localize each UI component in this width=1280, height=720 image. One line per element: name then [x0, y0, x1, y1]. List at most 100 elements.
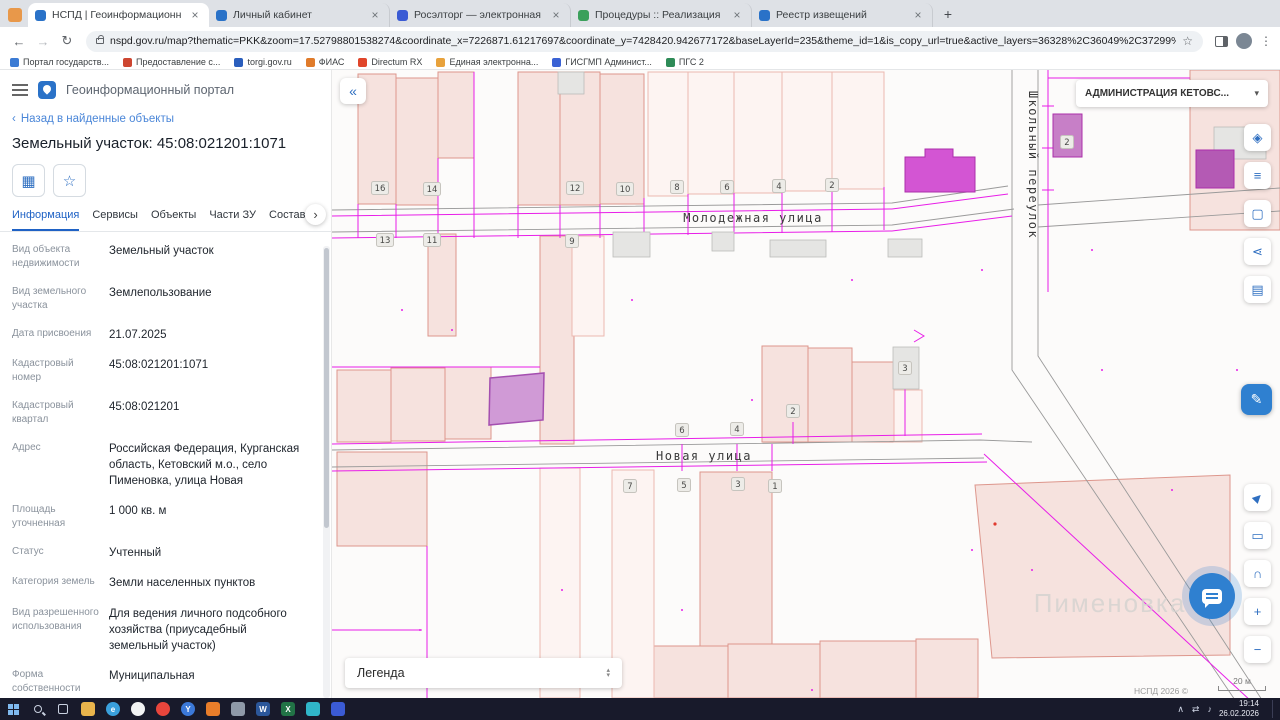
bookmark-item[interactable]: Единая электронна... [436, 57, 538, 67]
bookmark-item[interactable]: ПГС 2 [666, 57, 704, 67]
hamburger-menu-icon[interactable] [12, 81, 28, 99]
start-button[interactable] [4, 700, 22, 718]
bookmark-item[interactable]: Портал государств... [10, 57, 109, 67]
parcel-number-marker[interactable]: 2 [826, 179, 839, 192]
parcel-number-marker[interactable]: 5 [678, 479, 691, 492]
parcel-number-marker[interactable]: 11 [424, 234, 441, 247]
new-tab-button[interactable]: + [937, 3, 959, 25]
tool-magnet-icon[interactable]: ∩ [1244, 560, 1271, 587]
parcel-number-marker[interactable]: 12 [567, 182, 584, 195]
tab-close-icon[interactable]: × [549, 8, 563, 22]
parcel-number-marker[interactable]: 4 [773, 180, 786, 193]
parcel-number-marker[interactable]: 10 [617, 183, 634, 196]
parcel-number-marker[interactable]: 3 [899, 362, 912, 375]
browser-tab[interactable]: Росэлторг — электронная торг× [390, 3, 571, 27]
parcel-number-marker[interactable]: 14 [424, 183, 441, 196]
url-box[interactable]: nspd.gov.ru/map?thematic=PKK&zoom=17.527… [86, 31, 1203, 52]
parcel-number-marker[interactable]: 13 [377, 234, 394, 247]
profile-avatar[interactable] [1236, 33, 1252, 49]
parcel-number-marker[interactable]: 9 [566, 235, 579, 248]
back-to-results-link[interactable]: ‹ Назад в найденные объекты [0, 105, 331, 127]
sidebar-scrollbar[interactable] [323, 246, 330, 698]
taskbar-app-app-icon-1[interactable] [204, 700, 222, 718]
browser-tab[interactable]: НСПД | Геоинформационный п× [28, 3, 209, 27]
bookmark-star-icon[interactable]: ☆ [1182, 34, 1193, 48]
collapse-panel-button[interactable]: « [340, 78, 366, 104]
bookmark-item[interactable]: torgi.gov.ru [234, 57, 291, 67]
parcel-number-marker[interactable]: 2 [787, 405, 800, 418]
tray-icon-1[interactable]: ⇄ [1192, 704, 1200, 715]
tab-Объекты[interactable]: Объекты [151, 209, 196, 231]
notification-edge[interactable] [1272, 700, 1276, 718]
taskbar-app-app-icon-2[interactable] [229, 700, 247, 718]
draw-tool-button[interactable]: ✎ [1241, 384, 1272, 415]
map-canvas[interactable]: Пименовка Молодежная улицаНовая улицаШко… [332, 70, 1280, 698]
task-view-button[interactable] [54, 700, 72, 718]
url-text[interactable]: nspd.gov.ru/map?thematic=PKK&zoom=17.527… [110, 35, 1176, 47]
reload-icon[interactable]: ↻ [56, 30, 78, 52]
tool-bottom-panel-icon[interactable]: ▭ [1244, 522, 1271, 549]
taskbar-clock[interactable]: 19:14 26.02.2026 [1219, 699, 1263, 719]
bookmark-item[interactable]: ГИСГМП Админист... [552, 57, 652, 67]
browser-menu-icon[interactable]: ⋮ [1260, 34, 1272, 48]
tool-share-icon[interactable]: ⋖ [1244, 238, 1271, 265]
parcel-number-marker[interactable]: 8 [671, 181, 684, 194]
selected-parcel[interactable] [489, 373, 544, 425]
tool-zoom-in-button[interactable]: + [1244, 598, 1271, 625]
tool-zoom-out-button[interactable]: − [1244, 636, 1271, 663]
parcel-number-marker[interactable]: 3 [732, 478, 745, 491]
taskbar-app-app-icon-3[interactable] [304, 700, 322, 718]
tab-Части ЗУ[interactable]: Части ЗУ [209, 209, 256, 231]
tool-layers-icon[interactable]: ◈ [1244, 124, 1271, 151]
tool-select-area-icon[interactable]: ▢ [1244, 200, 1271, 227]
parcel-number-marker[interactable]: 6 [676, 424, 689, 437]
chat-button[interactable] [1189, 573, 1235, 619]
tabs-next-button[interactable]: › [305, 204, 326, 225]
tool-print-icon[interactable]: ▤ [1244, 276, 1271, 303]
taskbar-search-button[interactable] [29, 700, 47, 718]
parcel-number-marker[interactable]: 1 [769, 480, 782, 493]
taskbar-app-file-explorer-icon[interactable] [79, 700, 97, 718]
tab-close-icon[interactable]: × [188, 8, 202, 22]
taskbar-app-excel-icon[interactable]: X [279, 700, 297, 718]
bookmark-item[interactable]: ФИАС [306, 57, 345, 67]
tray-icon-2[interactable]: ♪ [1207, 704, 1212, 714]
bookmark-item[interactable]: Предоставление с... [123, 57, 220, 67]
tab-close-icon[interactable]: × [730, 8, 744, 22]
tab-Сервисы[interactable]: Сервисы [92, 209, 138, 231]
taskbar-app-browser-icon[interactable] [129, 700, 147, 718]
favorite-button[interactable]: ☆ [53, 164, 86, 197]
address-bar-actions: ⋮ [1211, 33, 1272, 49]
tab-close-icon[interactable]: × [911, 8, 925, 22]
browser-tab[interactable]: Процедуры :: Реализация госи× [571, 3, 752, 27]
pinned-tab-icon[interactable] [8, 8, 22, 22]
object-card-button[interactable]: ▦ [12, 164, 45, 197]
forward-icon[interactable]: → [32, 30, 54, 52]
back-icon[interactable]: ← [8, 30, 30, 52]
tab-Информация[interactable]: Информация [12, 209, 79, 231]
taskbar-app-word-icon[interactable]: W [254, 700, 272, 718]
tray-icon-0[interactable]: ∧ [1177, 704, 1184, 715]
taskbar-app-edge-icon[interactable]: e [104, 700, 122, 718]
tool-layer-list-icon[interactable]: ≡ [1244, 162, 1271, 189]
browser-tab[interactable]: Реестр извещений× [752, 3, 933, 27]
tool-locate-icon[interactable]: ▶ [1244, 484, 1271, 511]
taskbar-app-app-icon-4[interactable] [329, 700, 347, 718]
organization-selector[interactable]: АДМИНИСТРАЦИЯ КЕТОВС... ▾ [1076, 80, 1268, 107]
cadastral-map[interactable]: Пименовка Молодежная улицаНовая улицаШко… [332, 70, 1280, 698]
attribute-row: Кадастровый номер45:08:021201:1071 [12, 350, 309, 392]
parcel-number-marker[interactable]: 4 [731, 423, 744, 436]
taskbar-app-yandex-browser-icon[interactable]: Y [179, 700, 197, 718]
scrollbar-thumb[interactable] [324, 248, 329, 528]
browser-tab[interactable]: Личный кабинет× [209, 3, 390, 27]
bookmark-item[interactable]: Directum RX [358, 57, 422, 67]
parcel-number-marker[interactable]: 6 [721, 181, 734, 194]
parcel-number-marker[interactable]: 2 [1061, 136, 1074, 149]
tab-close-icon[interactable]: × [368, 8, 382, 22]
parcel-number-marker[interactable]: 7 [624, 480, 637, 493]
tab-Состав[interactable]: Состав [269, 209, 305, 231]
legend-bar[interactable]: Легенда ▴▾ [345, 658, 622, 688]
taskbar-app-chrome-icon[interactable] [154, 700, 172, 718]
side-panel-icon[interactable] [1215, 36, 1228, 47]
parcel-number-marker[interactable]: 16 [372, 182, 389, 195]
